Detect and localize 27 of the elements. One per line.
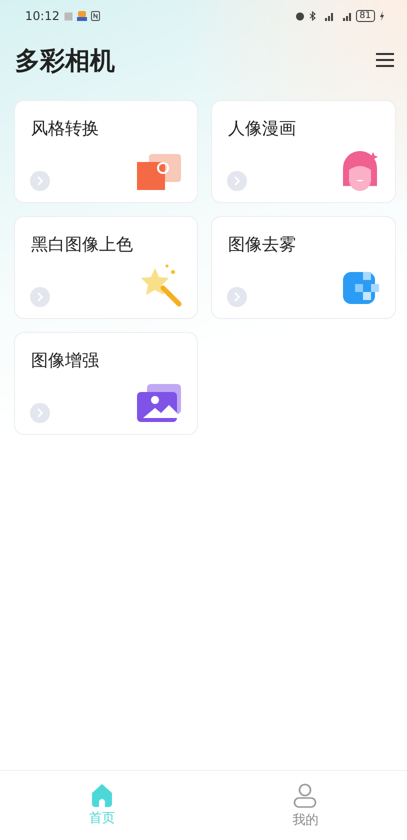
feature-title: 黑白图像上色: [31, 234, 134, 256]
app-icon: [76, 11, 87, 21]
nfc-icon: [90, 11, 100, 21]
chevron-right-icon: [226, 286, 248, 308]
battery-level: 81: [356, 10, 375, 22]
menu-icon[interactable]: [375, 52, 395, 68]
nav-tab[interactable]: 我的: [204, 771, 407, 840]
bluetooth-icon: [308, 11, 316, 21]
app-title: 多彩相机: [15, 44, 115, 76]
charging-icon: [379, 11, 385, 21]
chevron-right-icon: [226, 170, 248, 192]
feature-card[interactable]: 风格转换: [14, 100, 198, 203]
chevron-right-icon: [29, 286, 51, 308]
feature-title: 图像增强: [31, 350, 100, 372]
feature-title: 图像去雾: [228, 234, 297, 256]
feature-card[interactable]: 图像增强: [14, 332, 198, 435]
person-icon: [293, 783, 318, 809]
chevron-right-icon: [29, 170, 51, 192]
status-time: 10:12: [25, 9, 60, 23]
image-icon: [137, 384, 183, 424]
feature-card[interactable]: 黑白图像上色: [14, 216, 198, 319]
feature-title: 人像漫画: [228, 118, 297, 140]
feature-card[interactable]: 图像去雾: [211, 216, 396, 319]
chevron-right-icon: [29, 402, 51, 424]
feature-card[interactable]: 人像漫画: [211, 100, 396, 203]
feature-title: 风格转换: [31, 118, 100, 140]
home-icon: [90, 783, 114, 807]
